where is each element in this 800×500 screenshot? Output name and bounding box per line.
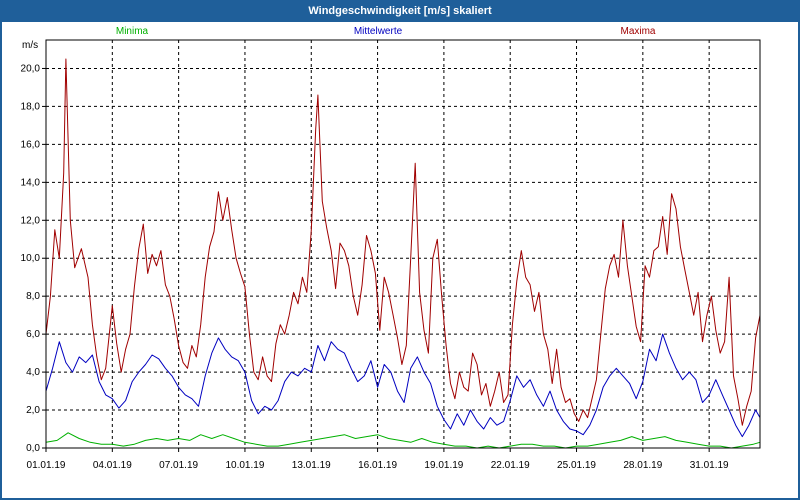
grid	[45, 40, 760, 449]
x-tick-label: 10.01.19	[225, 460, 264, 471]
series-line-minima	[45, 432, 761, 449]
y-tick-label: 10,0	[21, 253, 41, 264]
x-tick-label: 19.01.19	[424, 460, 463, 471]
y-tick-label: 0,0	[26, 443, 40, 454]
y-tick-label: 8,0	[26, 291, 40, 302]
x-tick-label: 07.01.19	[159, 460, 198, 471]
legend-item: Mittelwerte	[354, 26, 403, 37]
line-chart: 0,02,04,06,08,010,012,014,016,018,020,0 …	[21, 26, 761, 471]
y-axis-label: m/s	[22, 40, 38, 51]
y-tick-label: 20,0	[21, 63, 41, 74]
series-line-mittelwerte	[45, 333, 761, 438]
chart-area: 0,0 2,0 4,0 6,0 8,0 10,0 12,0 14,0 16,0 18,0 20,0 …	[2, 22, 798, 498]
y-tick-label: 2,0	[26, 405, 40, 416]
x-tick-label: 16.01.19	[358, 460, 397, 471]
legend-item: Maxima	[620, 26, 655, 37]
y-tick-label: 16,0	[21, 139, 41, 150]
plot-border	[45, 39, 761, 449]
y-tick-label: 6,0	[26, 329, 40, 340]
x-tick-label: 13.01.19	[292, 460, 331, 471]
series-lines	[45, 58, 761, 449]
legend: Minima Mittelwerte Maxima	[116, 26, 656, 37]
y-tick-label: 4,0	[26, 367, 40, 378]
legend-item: Minima	[116, 26, 149, 37]
window-title: Windgeschwindigkeit [m/s] skaliert	[308, 5, 492, 17]
series-line-maxima	[45, 58, 761, 426]
x-tick-label: 04.01.19	[93, 460, 132, 471]
x-tick-label: 31.01.19	[690, 460, 729, 471]
x-tick-label: 25.01.19	[557, 460, 596, 471]
x-tick-label: 28.01.19	[623, 460, 662, 471]
chart-window: Windgeschwindigkeit [m/s] skaliert 0,0 2,…	[0, 0, 800, 500]
y-tick-label: 18,0	[21, 101, 41, 112]
y-tick-label: 14,0	[21, 177, 41, 188]
y-tick-label: 12,0	[21, 215, 41, 226]
x-tick-label: 22.01.19	[491, 460, 530, 471]
x-axis-ticks: 01.01.19 04.01.19 07.01.19 10.01.19 13.01.19…	[27, 448, 729, 471]
y-axis-ticks: 0,0 2,0 4,0 6,0 8,0 10,0 12,0 14,0 16,0 18,0 20,0	[21, 63, 46, 454]
x-tick-label: 01.01.19	[27, 460, 66, 471]
